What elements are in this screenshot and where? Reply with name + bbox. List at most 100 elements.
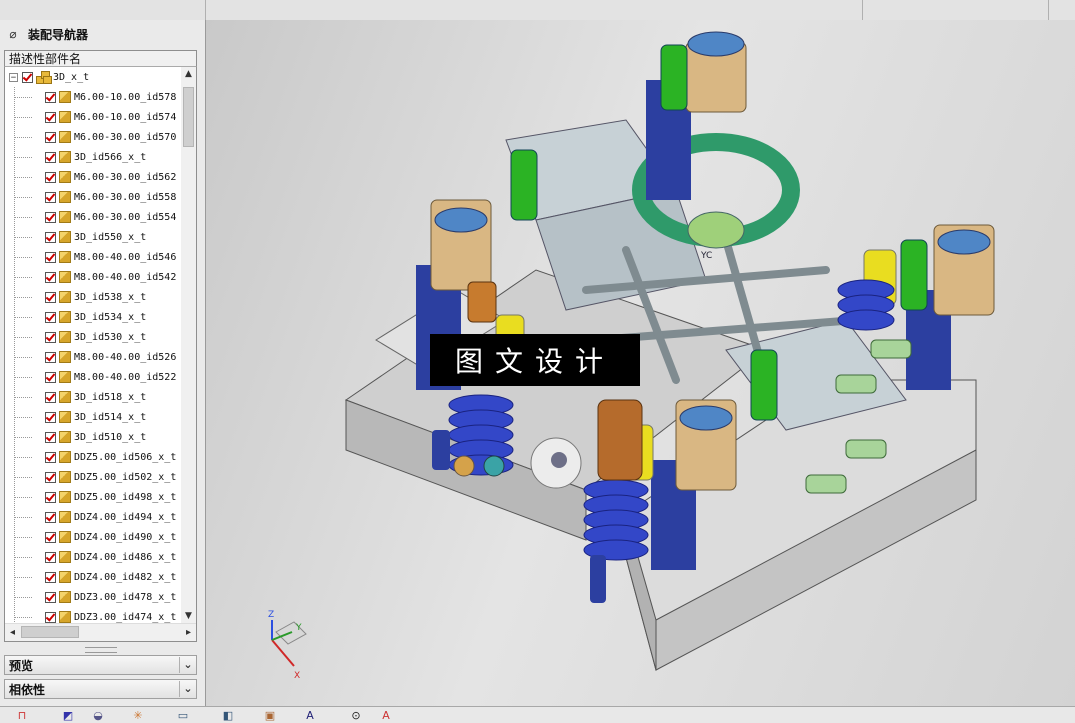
tree-node[interactable]: 3D_id514_x_t — [5, 407, 183, 427]
pin-icon[interactable]: ⌀ — [4, 27, 22, 41]
assembly-tree[interactable]: − 3D_x_t M6.00-10.00_id578 M6.00-10.00_id57… — [4, 67, 197, 642]
scroll-right-icon[interactable]: ▸ — [181, 624, 196, 641]
tool-cylinder-icon[interactable]: ◧ — [220, 709, 236, 723]
checkbox[interactable] — [45, 291, 56, 303]
component-cube-icon — [59, 491, 71, 503]
checkbox[interactable] — [45, 511, 56, 523]
tree-horizontal-scrollbar[interactable]: ◂ ▸ — [5, 623, 196, 641]
checkbox[interactable] — [45, 611, 56, 623]
tree-node[interactable]: DDZ4.00_id494_x_t — [5, 507, 183, 527]
tree-node[interactable]: 3D_id534_x_t — [5, 307, 183, 327]
panel-splitter-grip[interactable] — [85, 647, 117, 653]
tree-node[interactable]: M8.00-40.00_id546 — [5, 247, 183, 267]
tool-text-icon[interactable]: A — [378, 709, 394, 723]
scroll-thumb[interactable] — [183, 87, 194, 147]
checkbox[interactable] — [22, 71, 33, 83]
checkbox[interactable] — [45, 311, 56, 323]
tree-node[interactable]: M8.00-40.00_id522 — [5, 367, 183, 387]
checkbox[interactable] — [45, 471, 56, 483]
tree-node[interactable]: M6.00-30.00_id554 — [5, 207, 183, 227]
column-header-part-name[interactable]: 描述性部件名 — [4, 50, 197, 67]
tree-node[interactable]: DDZ4.00_id482_x_t — [5, 567, 183, 587]
checkbox[interactable] — [45, 151, 56, 163]
chevron-down-icon[interactable]: ⌄ — [179, 681, 196, 697]
bushing-top — [679, 405, 733, 431]
checkbox[interactable] — [45, 371, 56, 383]
tree-node[interactable]: 3D_id530_x_t — [5, 327, 183, 347]
tool-datum-icon[interactable]: ✳ — [130, 709, 146, 723]
axis-label-yc: YC — [700, 251, 712, 261]
tree-node[interactable]: 3D_id518_x_t — [5, 387, 183, 407]
checkbox[interactable] — [45, 571, 56, 583]
checkbox[interactable] — [45, 111, 56, 123]
checkbox[interactable] — [45, 91, 56, 103]
tree-node-label: M6.00-30.00_id558 — [74, 191, 177, 203]
tree-node-label: 3D_x_t — [53, 71, 90, 83]
tree-node[interactable]: 3D_id510_x_t — [5, 427, 183, 447]
tree-node[interactable]: DDZ4.00_id486_x_t — [5, 547, 183, 567]
checkbox[interactable] — [45, 551, 56, 563]
tree-node[interactable]: M8.00-40.00_id542 — [5, 267, 183, 287]
checkbox[interactable] — [45, 431, 56, 443]
tree-node[interactable]: 3D_id550_x_t — [5, 227, 183, 247]
tree-node-label: M8.00-40.00_id542 — [74, 271, 177, 283]
tree-node[interactable]: DDZ3.00_id478_x_t — [5, 587, 183, 607]
tree-node-label: M6.00-10.00_id574 — [74, 111, 177, 123]
checkbox[interactable] — [45, 231, 56, 243]
tree-node-label: DDZ4.00_id482_x_t — [74, 571, 177, 583]
tool-extrude-icon[interactable]: ◩ — [60, 709, 76, 723]
green-bolt — [510, 149, 538, 221]
tree-node[interactable]: 3D_id566_x_t — [5, 147, 183, 167]
tree-node[interactable]: DDZ5.00_id506_x_t — [5, 447, 183, 467]
tree-node[interactable]: M6.00-30.00_id558 — [5, 187, 183, 207]
checkbox[interactable] — [45, 451, 56, 463]
assembly-icon — [36, 71, 52, 84]
tree-node[interactable]: 3D_id538_x_t — [5, 287, 183, 307]
scroll-down-icon[interactable]: ▼ — [181, 609, 196, 624]
minus-icon[interactable]: − — [9, 72, 18, 82]
tool-sketch-icon[interactable]: ⊓ — [14, 709, 30, 723]
checkbox[interactable] — [45, 251, 56, 263]
mold-assembly-model[interactable]: YC Z Y X — [206, 20, 1075, 706]
tree-node[interactable]: M6.00-10.00_id578 — [5, 87, 183, 107]
checkbox[interactable] — [45, 131, 56, 143]
tool-block-icon[interactable]: ▭ — [175, 709, 191, 723]
dependency-panel-header[interactable]: 相依性 ⌄ — [4, 679, 197, 699]
tree-node[interactable]: DDZ4.00_id490_x_t — [5, 527, 183, 547]
watermark-banner: 图文设计 — [430, 334, 640, 386]
checkbox[interactable] — [45, 531, 56, 543]
checkbox[interactable] — [45, 391, 56, 403]
scroll-thumb[interactable] — [21, 626, 79, 638]
checkbox[interactable] — [45, 591, 56, 603]
checkbox[interactable] — [45, 331, 56, 343]
tree-node[interactable]: M6.00-30.00_id570 — [5, 127, 183, 147]
tree-vertical-scrollbar[interactable]: ▲ ▼ — [181, 67, 196, 624]
tree-node[interactable]: M6.00-10.00_id574 — [5, 107, 183, 127]
tool-measure-icon[interactable]: ⊙ — [348, 709, 364, 723]
scroll-left-icon[interactable]: ◂ — [5, 624, 20, 641]
tree-node[interactable]: M6.00-30.00_id562 — [5, 167, 183, 187]
checkbox[interactable] — [45, 171, 56, 183]
checkbox[interactable] — [45, 211, 56, 223]
toolbar-divider — [862, 0, 863, 20]
tool-edge-blend-icon[interactable]: A — [302, 709, 318, 723]
tree-node-label: 3D_id550_x_t — [74, 231, 147, 243]
tree-node-label: M8.00-40.00_id526 — [74, 351, 177, 363]
checkbox[interactable] — [45, 411, 56, 423]
tree-node-label: M6.00-30.00_id570 — [74, 131, 177, 143]
tree-node[interactable]: M8.00-40.00_id526 — [5, 347, 183, 367]
3d-graphics-viewport[interactable]: YC Z Y X 图文设计 — [206, 20, 1075, 706]
checkbox[interactable] — [45, 491, 56, 503]
preview-panel-header[interactable]: 预览 ⌄ — [4, 655, 197, 675]
tree-node[interactable]: DDZ5.00_id498_x_t — [5, 487, 183, 507]
tool-revolve-icon[interactable]: ◒ — [90, 709, 106, 723]
tree-root-node[interactable]: − 3D_x_t — [5, 67, 183, 87]
chevron-down-icon[interactable]: ⌄ — [179, 657, 196, 673]
checkbox[interactable] — [45, 351, 56, 363]
scroll-up-icon[interactable]: ▲ — [181, 67, 196, 82]
tool-hole-icon[interactable]: ▣ — [262, 709, 278, 723]
tree-node[interactable]: DDZ5.00_id502_x_t — [5, 467, 183, 487]
checkbox[interactable] — [45, 271, 56, 283]
tree-node-label: DDZ4.00_id494_x_t — [74, 511, 177, 523]
checkbox[interactable] — [45, 191, 56, 203]
